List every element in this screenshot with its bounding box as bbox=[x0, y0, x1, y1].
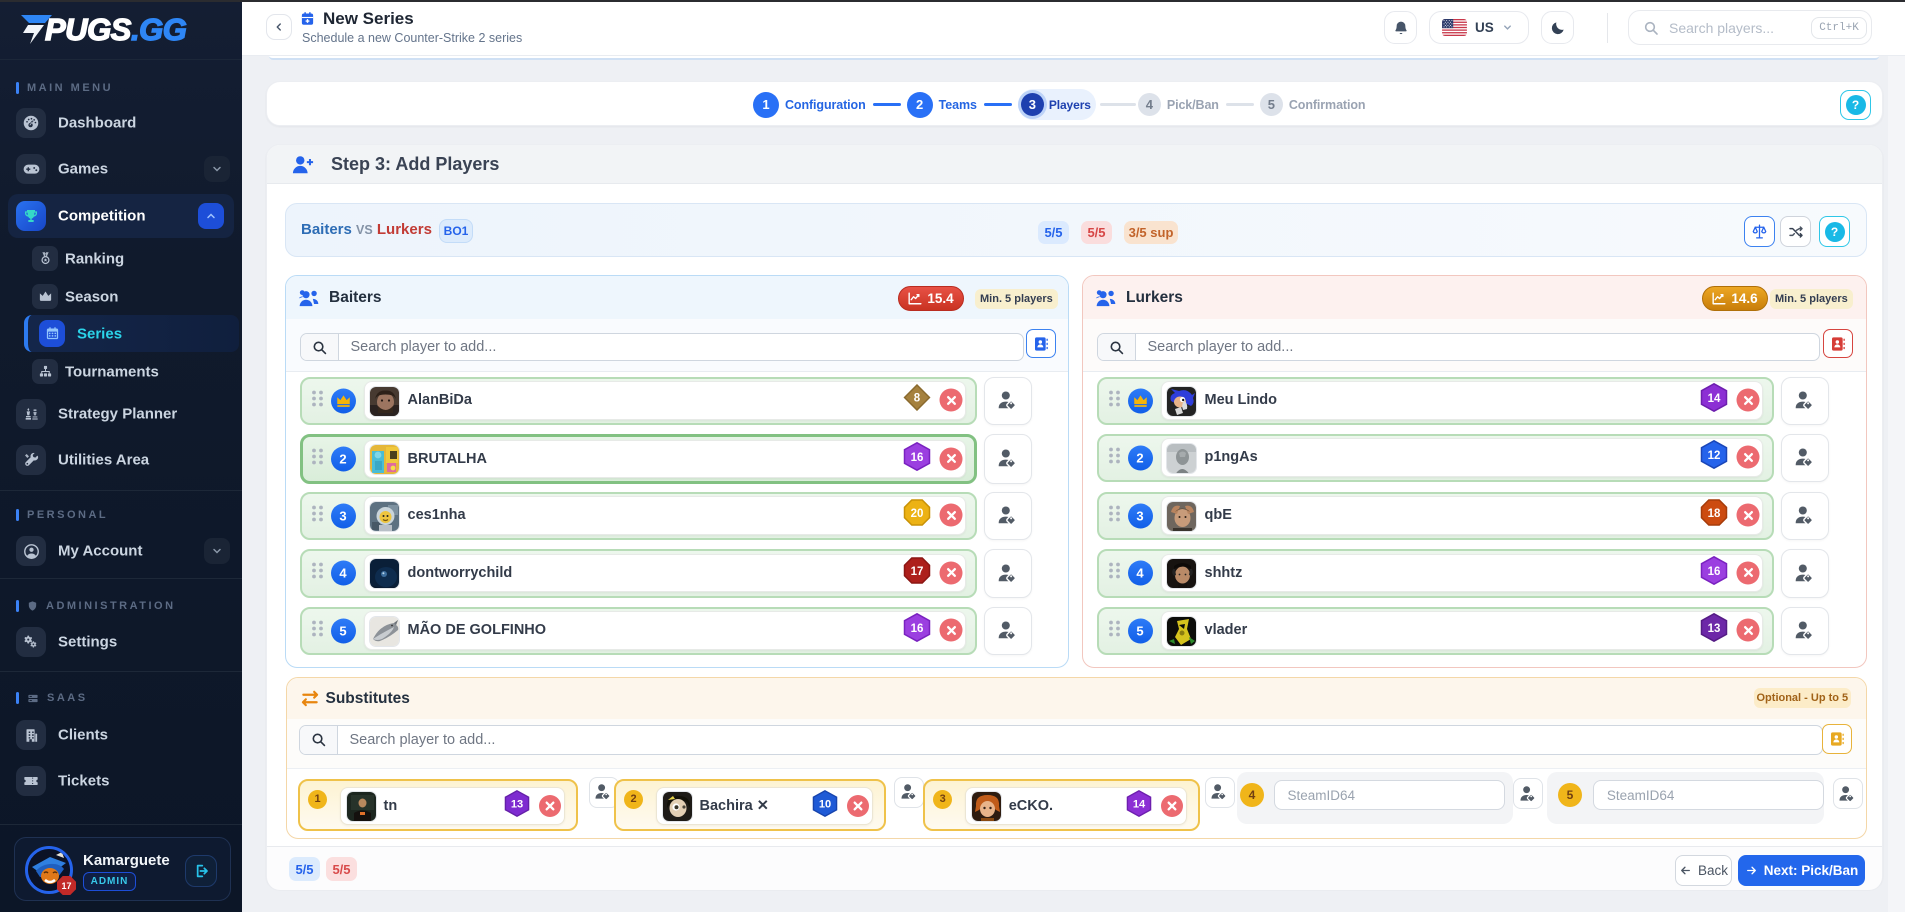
svg-text:PUGS: PUGS bbox=[45, 12, 132, 47]
svg-text:8: 8 bbox=[914, 393, 921, 405]
svg-text:13: 13 bbox=[511, 798, 523, 810]
svg-text:14: 14 bbox=[1133, 798, 1146, 810]
svg-text:12: 12 bbox=[1708, 450, 1721, 462]
svg-text:13: 13 bbox=[1708, 623, 1721, 635]
svg-text:18: 18 bbox=[1708, 508, 1721, 520]
svg-text:.GG: .GG bbox=[131, 12, 187, 47]
svg-text:14: 14 bbox=[1708, 393, 1721, 405]
svg-text:10: 10 bbox=[819, 798, 831, 810]
svg-text:16: 16 bbox=[1708, 566, 1721, 578]
svg-text:16: 16 bbox=[911, 623, 924, 635]
svg-text:20: 20 bbox=[911, 508, 924, 520]
svg-text:17: 17 bbox=[911, 566, 924, 578]
svg-text:16: 16 bbox=[911, 452, 924, 464]
